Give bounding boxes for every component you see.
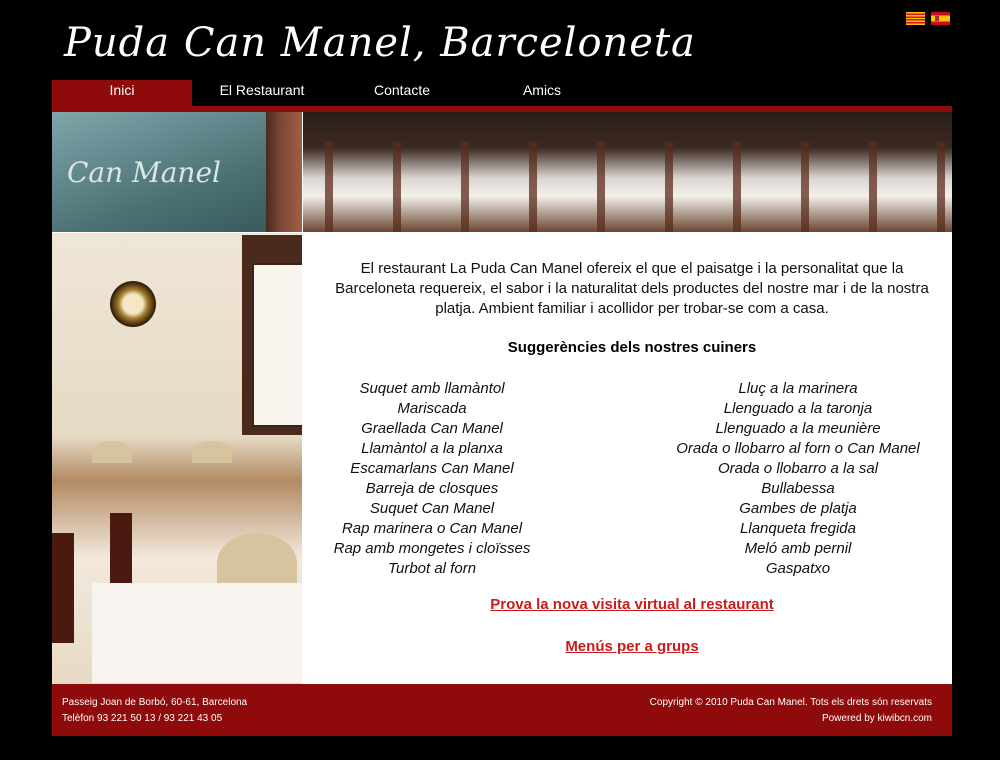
dish-item: Escamarlans Can Manel — [350, 460, 514, 477]
site-title: Puda Can Manel, Barceloneta — [64, 20, 696, 66]
suggestions-title: Suggerències dels nostres cuiners — [507, 339, 757, 356]
spanish-flag-icon[interactable] — [931, 12, 950, 25]
group-menus-link[interactable]: Menús per a grups — [382, 638, 882, 655]
chair — [52, 533, 74, 643]
content-area: Can Manel El restaurant La Puda Can Mane… — [52, 112, 952, 684]
dish-item: Suquet Can Manel — [369, 500, 495, 517]
sign-text: Can Manel — [67, 156, 221, 189]
nav-tab-amics[interactable]: Amics — [472, 80, 612, 106]
nav-tab-inici[interactable]: Inici — [52, 80, 192, 106]
intro-text: El restaurant La Puda Can Manel ofereix … — [335, 260, 929, 317]
sign-frame — [266, 112, 302, 232]
table — [92, 583, 302, 683]
napkin — [92, 441, 132, 463]
catalan-flag-icon[interactable] — [906, 12, 925, 25]
footer-contact: Passeig Joan de Borbó, 60-61, Barcelona … — [62, 695, 247, 727]
virtual-tour-link[interactable]: Prova la nova visita virtual al restaura… — [382, 596, 882, 613]
footer-phone: Telèfon 93 221 50 13 / 93 221 43 05 — [62, 713, 223, 724]
footer-address: Passeig Joan de Borbó, 60-61, Barcelona — [62, 697, 248, 708]
dish-item: Rap amb mongetes i cloïsses — [333, 540, 531, 557]
footer-credits: Copyright © 2010 Puda Can Manel. Tots el… — [650, 695, 932, 727]
footer-copyright: Copyright © 2010 Puda Can Manel. Tots el… — [649, 697, 932, 708]
dish-item: Llamàntol a la planxa — [361, 440, 503, 457]
footer: Passeig Joan de Borbó, 60-61, Barcelona … — [52, 684, 952, 736]
dish-item: Orada o llobarro a la sal — [717, 460, 879, 477]
main-navigation: Inici El Restaurant Contacte Amics — [52, 80, 952, 112]
dish-item: Barreja de closques — [365, 480, 499, 497]
dining-hall-photo — [303, 112, 952, 232]
dishes-left-list: Suquet amb llamàntol Mariscada Graellada… — [282, 379, 582, 579]
dish-item: Suquet amb llamàntol — [359, 380, 505, 397]
porthole-lamp — [110, 281, 156, 327]
dish-item: Gambes de platja — [739, 500, 857, 517]
nav-tab-contacte[interactable]: Contacte — [332, 80, 472, 106]
dish-item: Mariscada — [397, 400, 467, 417]
dish-item: Bullabessa — [761, 480, 835, 497]
dish-item: Meló amb pernil — [744, 540, 852, 557]
dishes-right-list: Lluç a la marinera Llenguado a la taronj… — [648, 379, 948, 579]
dish-item: Turbot al forn — [387, 560, 477, 577]
dish-item: Orada o llobarro al forn o Can Manel — [676, 440, 920, 457]
dish-item: Lluç a la marinera — [738, 380, 858, 397]
chairs-decoration — [303, 142, 952, 232]
dish-item: Rap marinera o Can Manel — [341, 520, 523, 537]
dish-item: Llanqueta fregida — [740, 520, 856, 537]
language-switcher — [906, 12, 950, 25]
dish-item: Graellada Can Manel — [361, 420, 503, 437]
dining-room-photo — [52, 233, 302, 684]
nav-tab-el-restaurant[interactable]: El Restaurant — [192, 80, 332, 106]
dish-item: Llenguado a la taronja — [723, 400, 873, 417]
napkin — [192, 441, 232, 463]
dish-item: Gaspatxo — [765, 560, 831, 577]
restaurant-sign-photo: Can Manel — [52, 112, 302, 232]
footer-powered-by[interactable]: Powered by kiwibcn.com — [650, 711, 932, 727]
dish-item: Llenguado a la meunière — [715, 420, 881, 437]
